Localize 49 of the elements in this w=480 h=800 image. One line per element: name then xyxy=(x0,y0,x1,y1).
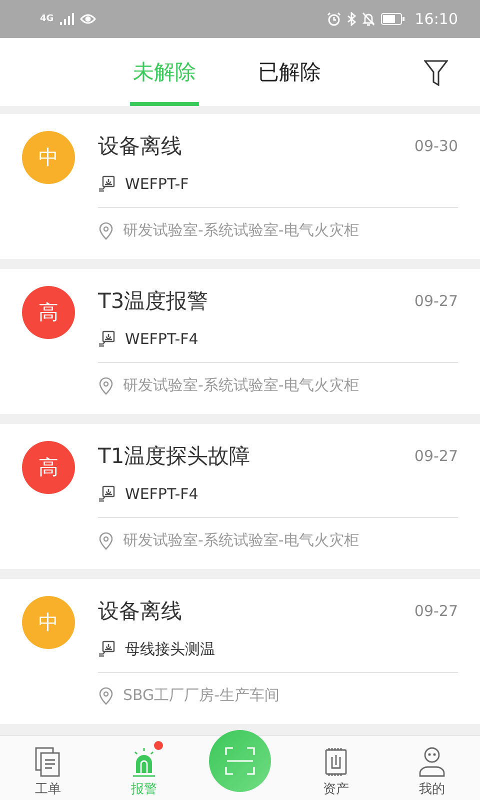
chip-icon xyxy=(323,747,349,777)
alarm-card[interactable]: 中 设备离线 09-27 母线接头测温 SBG工厂厂房-生产车间 xyxy=(0,579,480,724)
device-icon xyxy=(98,175,116,193)
location-text: 研发试验室-系统试验室-电气火灾柜 xyxy=(123,221,359,240)
alarm-card[interactable]: 高 T3温度报警 09-27 WEFPT-F4 研发试验室-系统试验室-电气火灾柜 xyxy=(0,269,480,414)
severity-badge: 中 xyxy=(22,131,75,184)
severity-badge: 中 xyxy=(22,596,75,649)
device-icon xyxy=(98,330,116,348)
person-icon xyxy=(418,747,446,777)
nav-tab[interactable]: 工单 xyxy=(0,736,96,800)
muted-bell-icon xyxy=(362,12,375,26)
status-tab[interactable]: 已解除 xyxy=(255,38,324,106)
alarm-date: 09-30 xyxy=(414,137,458,155)
device-name: 母线接头测温 xyxy=(125,640,215,658)
filter-icon[interactable] xyxy=(424,60,448,86)
alarm-date: 09-27 xyxy=(414,292,458,310)
alarm-date: 09-27 xyxy=(414,602,458,620)
alarm-card[interactable]: 高 T1温度探头故障 09-27 WEFPT-F4 研发试验室-系统试验室-电气火灾柜 xyxy=(0,424,480,569)
network-type: 4G xyxy=(40,14,54,24)
alarm-card[interactable]: 中 设备离线 09-30 WEFPT-F 研发试验室-系统试验室-电气火灾柜 xyxy=(0,114,480,259)
alarm-title: T1温度探头故障 xyxy=(98,443,250,470)
device-name: WEFPT-F xyxy=(125,175,189,193)
location-pin-icon xyxy=(98,686,114,704)
location-text: 研发试验室-系统试验室-电气火灾柜 xyxy=(123,531,359,550)
severity-badge: 高 xyxy=(22,441,75,494)
device-name: WEFPT-F4 xyxy=(125,485,198,503)
scan-icon xyxy=(225,747,255,775)
location-text: SBG工厂厂房-生产车间 xyxy=(123,686,280,705)
device-name: WEFPT-F4 xyxy=(125,330,198,348)
device-icon xyxy=(98,640,116,658)
severity-badge: 高 xyxy=(22,286,75,339)
battery-icon xyxy=(380,13,405,25)
signal-icon xyxy=(60,13,74,25)
alarm-title: T3温度报警 xyxy=(98,288,208,315)
bluetooth-icon xyxy=(346,12,356,26)
location-text: 研发试验室-系统试验室-电气火灾柜 xyxy=(123,376,359,395)
location-pin-icon xyxy=(98,532,114,550)
alarm-date: 09-27 xyxy=(414,447,458,465)
nav-tab[interactable]: 我的 xyxy=(384,736,480,800)
alarm-clock-icon xyxy=(326,12,341,26)
documents-icon xyxy=(35,747,61,777)
alarm-title: 设备离线 xyxy=(98,598,182,625)
eye-icon xyxy=(80,13,96,25)
clock-time: 16:10 xyxy=(414,10,458,28)
alarm-title: 设备离线 xyxy=(98,133,182,160)
device-icon xyxy=(98,485,116,503)
nav-tab[interactable]: 资产 xyxy=(288,736,384,800)
location-pin-icon xyxy=(98,222,114,240)
location-pin-icon xyxy=(98,376,114,394)
